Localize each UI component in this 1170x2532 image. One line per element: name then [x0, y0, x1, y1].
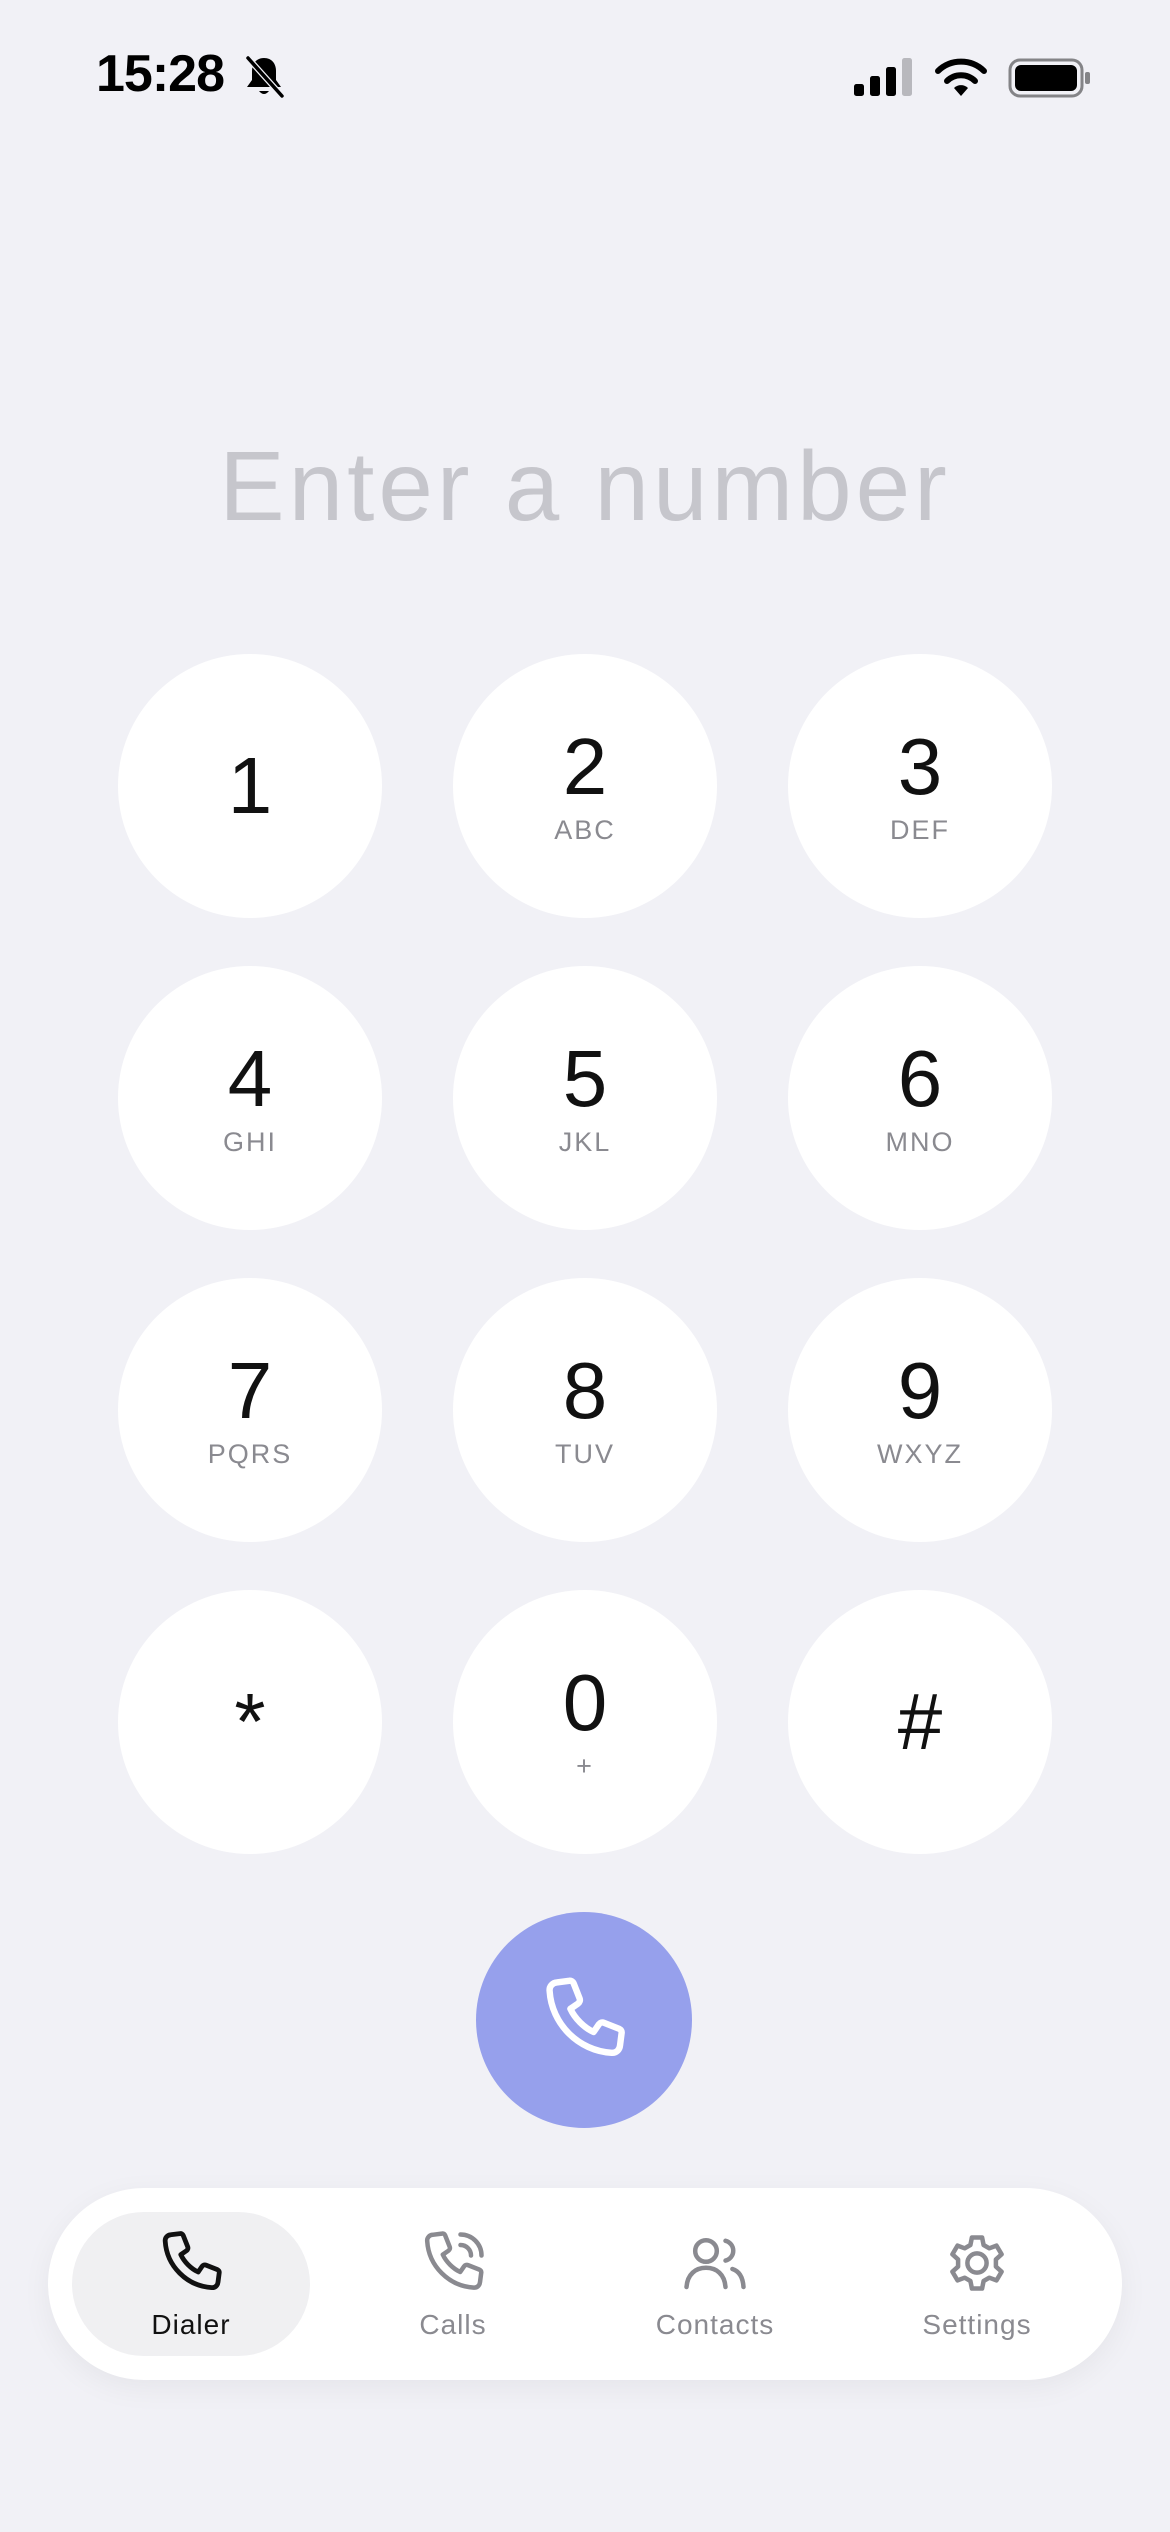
call-button[interactable] [476, 1912, 692, 2128]
tab-bar: Dialer Calls Contacts Settings [48, 2188, 1122, 2380]
key-6[interactable]: 6 MNO [788, 966, 1052, 1230]
key-letters: WXYZ [877, 1439, 963, 1469]
key-letters: TUV [555, 1439, 615, 1469]
key-digit: # [897, 1677, 943, 1766]
key-0[interactable]: 0 + [453, 1590, 717, 1854]
key-digit: 9 [897, 1346, 943, 1435]
key-letters: MNO [885, 1127, 955, 1157]
phone-icon [546, 1977, 625, 2057]
bell-slash-icon [245, 55, 285, 99]
key-digit: 2 [562, 722, 608, 811]
key-9[interactable]: 9 WXYZ [788, 1278, 1052, 1542]
phone-waves-icon [424, 2231, 484, 2290]
tab-label: Dialer [151, 2309, 231, 2340]
key-letters: JKL [558, 1127, 612, 1157]
key-digit: 3 [897, 722, 943, 811]
key-digit: 8 [562, 1346, 608, 1435]
key-4[interactable]: 4 GHI [118, 966, 382, 1230]
key-letters: GHI [222, 1127, 277, 1157]
key-5[interactable]: 5 JKL [453, 966, 717, 1230]
people-icon [684, 2237, 746, 2290]
key-8[interactable]: 8 TUV [453, 1278, 717, 1542]
key-2[interactable]: 2 ABC [453, 654, 717, 918]
key-digit: 4 [227, 1034, 273, 1123]
status-bar: 15:28 [0, 0, 1170, 150]
key-3[interactable]: 3 DEF [788, 654, 1052, 918]
battery-icon [1008, 58, 1090, 98]
key-letters: PQRS [207, 1439, 293, 1469]
cellular-signal-icon [854, 58, 912, 96]
key-digit: 5 [562, 1034, 608, 1123]
tab-label: Settings [922, 2309, 1032, 2340]
tab-settings[interactable]: Settings [858, 2212, 1096, 2356]
wifi-icon [935, 58, 987, 96]
key-1[interactable]: 1 [118, 654, 382, 918]
key-digit: * [234, 1677, 266, 1766]
tab-label: Calls [419, 2309, 487, 2340]
key-digit: 6 [897, 1034, 943, 1123]
key-digit: 1 [227, 741, 273, 830]
key-letters: ABC [554, 815, 616, 845]
tab-contacts[interactable]: Contacts [596, 2212, 834, 2356]
key-7[interactable]: 7 PQRS [118, 1278, 382, 1542]
gear-icon [950, 2235, 1004, 2291]
tab-dialer[interactable]: Dialer [72, 2212, 310, 2356]
key-hash[interactable]: # [788, 1590, 1052, 1854]
phone-icon [162, 2231, 222, 2291]
status-time: 15:28 [96, 45, 225, 103]
number-display[interactable]: Enter a number [0, 430, 1170, 543]
key-letters: + [576, 1751, 594, 1781]
tab-calls[interactable]: Calls [334, 2212, 572, 2356]
tab-label: Contacts [655, 2309, 775, 2340]
key-star[interactable]: * [118, 1590, 382, 1854]
key-digit: 0 [562, 1658, 608, 1747]
key-digit: 7 [227, 1346, 273, 1435]
key-letters: DEF [890, 815, 950, 845]
